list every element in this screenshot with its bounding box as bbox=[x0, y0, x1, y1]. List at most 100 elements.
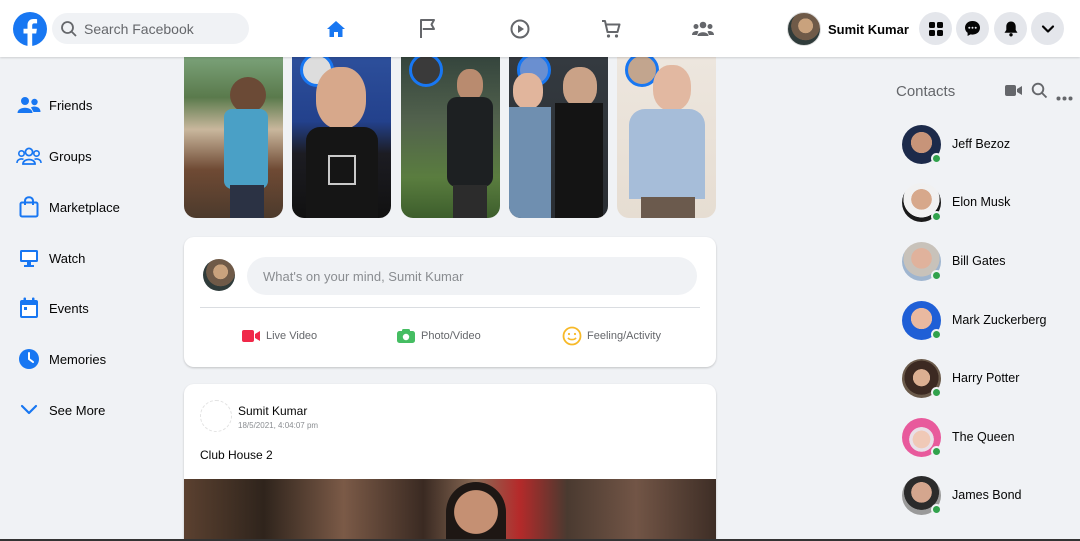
post-timestamp[interactable]: 18/5/2021, 4:04:07 pm bbox=[238, 421, 318, 430]
contact-item[interactable]: Harry Potter bbox=[902, 357, 1077, 399]
sidebar-item-label: Memories bbox=[49, 351, 107, 367]
contact-item[interactable]: Bill Gates bbox=[902, 240, 1077, 282]
online-status-icon bbox=[931, 152, 942, 164]
sidebar-item-label: See More bbox=[49, 402, 106, 418]
sidebar-item-watch[interactable]: Watch bbox=[16, 243, 166, 273]
nav-pages[interactable] bbox=[391, 8, 465, 50]
avatar bbox=[902, 182, 942, 222]
feeling-activity-label: Feeling/Activity bbox=[587, 330, 661, 342]
search-input[interactable] bbox=[84, 20, 234, 37]
chevron-down-icon bbox=[16, 397, 42, 423]
groups-icon bbox=[692, 21, 714, 36]
status-input[interactable] bbox=[247, 257, 697, 295]
menu-grid-icon bbox=[928, 21, 943, 36]
online-status-icon bbox=[931, 269, 942, 281]
search-icon bbox=[61, 20, 77, 37]
avatar bbox=[787, 12, 821, 46]
nav-groups[interactable] bbox=[666, 8, 740, 50]
post-author[interactable]: Sumit Kumar bbox=[238, 404, 307, 418]
facebook-logo-icon[interactable] bbox=[13, 12, 47, 46]
story-card[interactable] bbox=[401, 57, 500, 218]
contact-name: Jeff Bezoz bbox=[952, 137, 1011, 151]
sidebar-item-label: Watch bbox=[49, 250, 86, 266]
watch-icon bbox=[510, 19, 530, 39]
divider bbox=[200, 307, 700, 308]
more-options-icon[interactable] bbox=[1056, 88, 1073, 106]
story-card[interactable] bbox=[617, 57, 716, 218]
bell-icon bbox=[1004, 21, 1017, 37]
marketplace-icon bbox=[602, 20, 621, 38]
search-bar[interactable] bbox=[52, 13, 249, 44]
contact-item[interactable]: The Queen bbox=[902, 416, 1077, 458]
avatar bbox=[902, 475, 942, 515]
profile-chip[interactable]: Sumit Kumar bbox=[787, 11, 909, 47]
contact-name: The Queen bbox=[952, 430, 1015, 444]
online-status-icon bbox=[931, 210, 942, 222]
sidebar-item-see-more[interactable]: See More bbox=[16, 395, 166, 425]
top-navbar: Sumit Kumar bbox=[0, 0, 1080, 57]
sidebar-item-memories[interactable]: Memories bbox=[16, 344, 166, 374]
sidebar-item-marketplace[interactable]: Marketplace bbox=[16, 192, 166, 222]
contact-name: Bill Gates bbox=[952, 254, 1006, 268]
menu-button[interactable] bbox=[919, 12, 952, 45]
sidebar-item-friends[interactable]: Friends bbox=[16, 90, 166, 120]
live-video-icon bbox=[242, 330, 260, 342]
photo-video-label: Photo/Video bbox=[421, 330, 481, 342]
watch-icon bbox=[16, 245, 42, 271]
live-video-button[interactable]: Live Video bbox=[241, 325, 317, 347]
flag-icon bbox=[420, 19, 435, 38]
contact-item[interactable]: James Bond bbox=[902, 474, 1077, 516]
chevron-down-icon bbox=[1041, 24, 1054, 33]
contact-item[interactable]: Jeff Bezoz bbox=[902, 123, 1077, 165]
nav-watch[interactable] bbox=[483, 8, 557, 50]
sidebar-item-label: Marketplace bbox=[49, 199, 120, 215]
nav-home[interactable] bbox=[299, 8, 373, 50]
memories-icon bbox=[16, 346, 42, 372]
online-status-icon bbox=[931, 328, 942, 340]
sidebar-item-label: Groups bbox=[49, 148, 92, 164]
contact-name: Harry Potter bbox=[952, 371, 1020, 385]
online-status-icon bbox=[931, 503, 942, 515]
story-card[interactable] bbox=[184, 57, 283, 218]
post-text: Club House 2 bbox=[200, 448, 273, 462]
photo-video-button[interactable]: Photo/Video bbox=[396, 325, 481, 347]
nav-marketplace[interactable] bbox=[574, 8, 648, 50]
contact-name: James Bond bbox=[952, 488, 1022, 502]
marketplace-icon bbox=[16, 194, 42, 220]
avatar[interactable] bbox=[200, 400, 232, 432]
friends-icon bbox=[16, 92, 42, 118]
avatar bbox=[902, 300, 942, 340]
feeling-icon bbox=[562, 326, 582, 346]
search-icon[interactable] bbox=[1031, 82, 1048, 104]
notifications-button[interactable] bbox=[994, 12, 1027, 45]
story-card[interactable] bbox=[509, 57, 608, 218]
video-call-icon[interactable] bbox=[1005, 84, 1022, 102]
live-video-label: Live Video bbox=[266, 330, 318, 342]
avatar bbox=[902, 124, 942, 164]
messenger-icon bbox=[965, 21, 980, 36]
home-icon bbox=[327, 21, 345, 37]
online-status-icon bbox=[931, 445, 942, 457]
sidebar-item-groups[interactable]: Groups bbox=[16, 141, 166, 171]
contacts-title: Contacts bbox=[896, 83, 956, 100]
messenger-button[interactable] bbox=[956, 12, 989, 45]
avatar bbox=[902, 417, 942, 457]
groups-icon bbox=[16, 143, 42, 169]
sidebar-item-label: Friends bbox=[49, 97, 93, 113]
events-icon bbox=[16, 295, 42, 321]
contact-name: Elon Musk bbox=[952, 195, 1011, 209]
sidebar-item-events[interactable]: Events bbox=[16, 293, 166, 323]
contact-name: Mark Zuckerberg bbox=[952, 313, 1047, 327]
avatar bbox=[409, 57, 443, 87]
feed-post: Sumit Kumar 18/5/2021, 4:04:07 pm Club H… bbox=[184, 384, 716, 541]
account-menu-button[interactable] bbox=[1031, 12, 1064, 45]
feeling-activity-button[interactable]: Feeling/Activity bbox=[562, 325, 661, 347]
contact-item[interactable]: Mark Zuckerberg bbox=[902, 299, 1077, 341]
profile-name: Sumit Kumar bbox=[828, 21, 909, 37]
avatar bbox=[902, 241, 942, 281]
contact-item[interactable]: Elon Musk bbox=[902, 181, 1077, 223]
post-image-person bbox=[446, 482, 506, 541]
post-composer: Live Video Photo/Video Feeling/Activity bbox=[184, 237, 716, 367]
avatar bbox=[203, 259, 235, 291]
story-card[interactable] bbox=[292, 57, 391, 218]
